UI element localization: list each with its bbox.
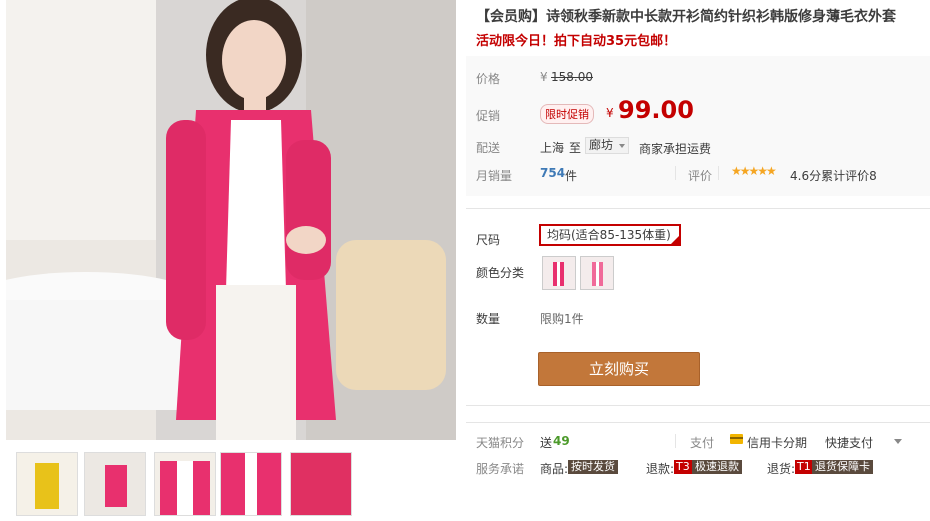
return-tag[interactable]: 退货保障卡 xyxy=(812,460,873,474)
rating-stars-icon: ★★★★★ xyxy=(731,164,777,178)
buy-now-button[interactable]: 立刻购买 xyxy=(538,352,700,386)
thumbnail-5[interactable] xyxy=(290,452,352,516)
quick-pay[interactable]: 快捷支付 xyxy=(825,434,873,451)
service-label: 服务承诺 xyxy=(476,462,525,476)
promo-price-currency: ¥ xyxy=(606,106,614,120)
refund-code-badge: T3 xyxy=(674,460,692,474)
points-label: 天猫积分 xyxy=(476,436,525,450)
thumbnail-4[interactable] xyxy=(220,452,282,516)
monthly-sales-count: 754 xyxy=(540,166,566,180)
thumbnail-strip xyxy=(6,446,456,521)
divider xyxy=(675,434,676,448)
chevron-down-icon[interactable] xyxy=(894,439,902,444)
main-product-image[interactable] xyxy=(6,0,456,440)
size-option-selected[interactable]: 均码(适合85-135体重) xyxy=(539,224,681,246)
return-code-badge: T1 xyxy=(795,460,813,474)
refund-tag[interactable]: 极速退款 xyxy=(692,460,742,474)
rating-text[interactable]: 4.6分累计评价8 xyxy=(790,167,877,184)
promo-price-label: 促销 xyxy=(476,109,501,123)
divider xyxy=(466,405,930,406)
return-label: 退货: xyxy=(767,462,796,476)
selected-check-icon xyxy=(671,236,679,244)
divider xyxy=(466,208,930,209)
color-label: 颜色分类 xyxy=(476,266,525,280)
points-value: 49 xyxy=(553,434,570,448)
review-label: 评价 xyxy=(688,169,713,183)
promo-badge: 限时促销 xyxy=(540,104,594,124)
product-title: 【会员购】诗领秋季新款中长款开衫简约针织衫韩版修身薄毛衣外套 xyxy=(476,9,896,25)
size-option-text: 均码(适合85-135体重) xyxy=(547,228,671,242)
promo-line: 活动限今日！拍下自动35元包邮！ xyxy=(476,34,677,49)
divider xyxy=(675,166,676,180)
thumbnail-2[interactable] xyxy=(84,452,146,516)
original-price-label: 价格 xyxy=(476,72,501,86)
destination-select[interactable]: 廊坊 xyxy=(585,137,629,154)
refund-label: 退款: xyxy=(646,462,675,476)
original-price-currency: ¥ xyxy=(540,70,548,84)
payment-label: 支付 xyxy=(690,436,715,450)
shipping-to-word: 至 xyxy=(569,141,582,155)
monthly-sales-label: 月销量 xyxy=(476,169,513,183)
monthly-sales-unit: 件 xyxy=(565,169,578,183)
quantity-limit: 限购1件 xyxy=(540,312,584,326)
goods-tag[interactable]: 按时发货 xyxy=(568,460,618,474)
shipping-from: 上海 xyxy=(540,141,565,155)
points-prefix: 送 xyxy=(540,436,553,450)
goods-label: 商品: xyxy=(540,462,569,476)
color-swatch-1[interactable] xyxy=(542,256,576,290)
credit-installment[interactable]: 信用卡分期 xyxy=(747,434,807,451)
color-swatch-2[interactable] xyxy=(580,256,614,290)
shipping-note: 商家承担运费 xyxy=(639,142,712,156)
thumbnail-1[interactable] xyxy=(16,452,78,516)
service-panel xyxy=(466,422,930,489)
divider xyxy=(718,166,719,180)
original-price: 158.00 xyxy=(551,70,593,84)
credit-card-icon xyxy=(730,434,743,444)
thumbnail-3[interactable] xyxy=(154,452,216,516)
size-label: 尺码 xyxy=(476,233,501,247)
quantity-label: 数量 xyxy=(476,312,501,326)
destination-value: 廊坊 xyxy=(589,138,614,152)
product-photo xyxy=(6,0,456,440)
chevron-down-icon xyxy=(619,144,625,148)
shipping-label: 配送 xyxy=(476,141,501,155)
promo-price: 99.00 xyxy=(618,96,694,124)
